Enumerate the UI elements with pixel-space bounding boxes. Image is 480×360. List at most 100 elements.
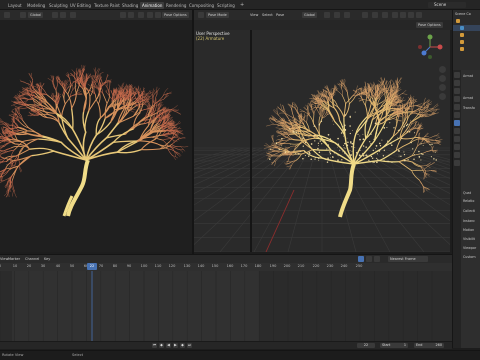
visibility-icon[interactable] xyxy=(362,12,368,18)
channel-menu[interactable]: Channel xyxy=(25,256,39,262)
right-3d-viewport[interactable]: User Perspective (22) Armature xyxy=(194,30,450,252)
shading-rendered-icon[interactable] xyxy=(416,12,422,18)
tab-sculpting[interactable]: Sculpting xyxy=(47,2,70,9)
custom-properties-section[interactable]: Custom xyxy=(463,255,476,259)
right-divider[interactable] xyxy=(250,30,252,252)
shading-material-icon[interactable] xyxy=(408,12,414,18)
pivot-icon[interactable] xyxy=(52,12,58,18)
view-layer-tab-icon[interactable] xyxy=(454,96,460,102)
transform-section[interactable]: Transfo xyxy=(463,106,475,110)
render-tab-icon[interactable] xyxy=(454,80,460,86)
add-workspace-icon[interactable]: + xyxy=(238,2,246,9)
tab-shading[interactable]: Shading xyxy=(120,2,140,9)
motion-paths-section[interactable]: Motion xyxy=(463,228,474,232)
perspective-toggle-icon[interactable] xyxy=(439,93,446,100)
proportional-edit-icon[interactable] xyxy=(70,12,76,18)
start-frame-value: 1 xyxy=(403,343,406,347)
jump-start-icon[interactable]: ⏮ xyxy=(152,343,157,348)
timeline-track-area[interactable] xyxy=(0,271,452,341)
world-tab-icon[interactable] xyxy=(454,112,460,118)
zoom-icon[interactable] xyxy=(439,66,446,73)
tab-layout[interactable]: Layout xyxy=(6,2,24,9)
overlay-icon[interactable] xyxy=(138,12,144,18)
jump-keyframe-back-icon[interactable]: ◆ xyxy=(159,343,164,348)
tab-modeling[interactable]: Modeling xyxy=(25,2,47,9)
viewport-display-section[interactable]: Viewpor xyxy=(463,246,476,250)
xray-icon[interactable] xyxy=(392,12,398,18)
auto-keying-icon[interactable] xyxy=(358,256,364,262)
rotation-mode-select[interactable]: Quat xyxy=(463,191,471,195)
tab-scripting[interactable]: Scripting xyxy=(215,2,237,9)
tool-tab-icon[interactable] xyxy=(454,72,460,78)
collection-icon[interactable] xyxy=(456,19,460,23)
object-icon[interactable] xyxy=(460,40,464,44)
scene-tab-icon[interactable] xyxy=(454,104,460,110)
view-menu[interactable]: View xyxy=(250,12,258,18)
pose-menu[interactable]: Pose xyxy=(276,12,284,18)
right-pose-options-button[interactable]: Pose Options xyxy=(416,22,443,28)
relations-section[interactable]: Relatio xyxy=(463,199,474,203)
editor-type-icon[interactable] xyxy=(198,12,204,18)
visibility-icon[interactable] xyxy=(120,12,126,18)
object-tab-icon[interactable] xyxy=(454,120,460,126)
transform-orientation-select[interactable]: Global xyxy=(28,12,44,18)
tab-compositing[interactable]: Compositing xyxy=(187,2,216,9)
selected-row[interactable] xyxy=(453,25,480,31)
scene-selector[interactable]: Scene xyxy=(428,2,466,8)
instancing-section[interactable]: Instanc xyxy=(463,219,475,223)
current-frame-field[interactable]: 22 xyxy=(357,343,375,348)
marker-menu[interactable]: Marker xyxy=(8,256,20,262)
pivot-icon[interactable] xyxy=(324,12,330,18)
snap-mode-select[interactable]: Nearest Frame xyxy=(388,256,428,262)
left-3d-viewport[interactable] xyxy=(0,20,192,252)
tab-animation[interactable]: Animation xyxy=(140,2,165,9)
filter-icon[interactable] xyxy=(374,256,380,262)
camera-view-icon[interactable] xyxy=(439,84,446,91)
keying-set-icon[interactable] xyxy=(366,256,372,262)
object-icon[interactable] xyxy=(460,47,464,51)
proportional-edit-icon[interactable] xyxy=(344,12,350,18)
play-icon[interactable]: ▶ xyxy=(173,343,178,348)
snap-icon[interactable] xyxy=(334,12,340,18)
pan-icon[interactable] xyxy=(439,75,446,82)
active-object-label: (22) Armature xyxy=(196,36,225,41)
shading-material-icon[interactable] xyxy=(155,12,161,18)
transform-orientation-icon[interactable] xyxy=(20,12,26,18)
left-pose-options-button[interactable]: Pose Options xyxy=(162,12,189,18)
mode-select[interactable]: Pose Mode xyxy=(206,12,229,18)
navigation-gizmo[interactable] xyxy=(416,33,444,61)
select-menu[interactable]: Select xyxy=(262,12,273,18)
constraint-tab-icon[interactable] xyxy=(454,144,460,150)
end-frame-field[interactable]: End 260 xyxy=(414,343,444,348)
physics-tab-icon[interactable] xyxy=(454,136,460,142)
shading-solid-icon[interactable] xyxy=(147,12,153,18)
overlay-icon[interactable] xyxy=(382,12,388,18)
data-tab-icon[interactable] xyxy=(454,152,460,158)
editor-type-icon[interactable] xyxy=(4,12,10,18)
timeline-ruler[interactable]: 0 10 20 30 40 50 60 70 80 90 100 110 120… xyxy=(0,263,452,271)
key-menu[interactable]: Key xyxy=(44,256,50,262)
status-select: Select xyxy=(72,353,84,357)
current-frame-indicator[interactable]: 22 xyxy=(87,263,97,270)
object-icon[interactable] xyxy=(460,33,464,37)
gizmo-icon[interactable] xyxy=(372,12,378,18)
tab-texture-paint[interactable]: Texture Paint xyxy=(92,2,122,9)
object-name-field[interactable]: Armat xyxy=(463,96,473,100)
bone-tab-icon[interactable] xyxy=(454,160,460,166)
visibility-section[interactable]: Visibilit xyxy=(463,237,475,241)
play-reverse-icon[interactable]: ◀ xyxy=(166,343,171,348)
tab-uv-editing[interactable]: UV Editing xyxy=(68,2,93,9)
start-frame-field[interactable]: Start 1 xyxy=(380,343,408,348)
object-name-row[interactable]: Armat xyxy=(463,74,473,78)
tab-rendering[interactable]: Rendering xyxy=(164,2,188,9)
collections-section[interactable]: Collecti xyxy=(463,209,475,213)
transform-orientation-select[interactable]: Global xyxy=(302,12,318,18)
gizmo-icon[interactable] xyxy=(128,12,134,18)
modifier-tab-icon[interactable] xyxy=(454,128,460,134)
snap-icon[interactable] xyxy=(60,12,66,18)
jump-end-icon[interactable]: ⏭ xyxy=(187,343,192,348)
shading-solid-icon[interactable] xyxy=(400,12,406,18)
x-axis-line xyxy=(265,189,295,252)
jump-keyframe-forward-icon[interactable]: ◆ xyxy=(180,343,185,348)
output-tab-icon[interactable] xyxy=(454,88,460,94)
